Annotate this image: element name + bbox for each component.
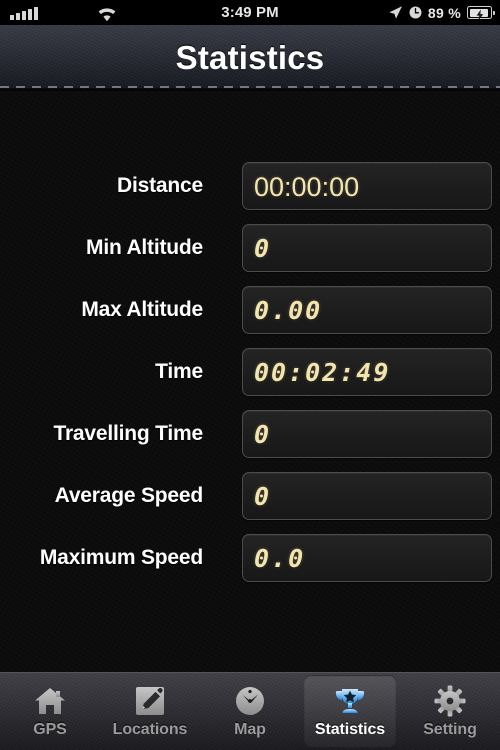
stat-value: 0.00 [254,296,323,325]
home-icon [33,684,67,718]
stat-label: Min Altitude [86,236,203,259]
compass-clock-icon [233,684,267,718]
battery-percentage: 89 % [427,4,461,21]
stat-row: Distance 00:00:00 [0,162,500,210]
stat-row: Average Speed 0 [0,472,500,520]
pencil-edit-icon [133,684,167,718]
stat-row: Max Altitude 0.00 [0,286,500,334]
stat-value-field[interactable]: 0 [242,224,492,272]
stat-value-field[interactable]: 0 [242,410,492,458]
alarm-clock-icon [409,6,422,19]
gear-icon [433,684,467,718]
stat-value-field[interactable]: 0.0 [242,534,492,582]
status-bar-right: 89 % [388,0,495,25]
stat-row: Time 00:02:49 [0,348,500,396]
stat-label: Average Speed [54,484,204,507]
stat-value: 0 [254,482,272,511]
stat-value: 00:02:49 [254,358,391,387]
stat-label: Distance [117,174,203,197]
stat-row: Maximum Speed 0.0 [0,534,500,582]
app-screen: 3:49 PM 89 % Statistics Distance 00:00:0… [0,0,500,750]
stat-label: Maximum Speed [39,546,203,569]
tab-label: Statistics [314,720,386,738]
tab-label: Setting [423,720,477,738]
navigation-bar: Statistics [0,25,500,91]
stat-value: 0.0 [254,544,306,573]
tab-locations[interactable]: Locations [100,672,200,750]
location-arrow-icon [388,5,403,20]
tab-label: Map [234,720,266,738]
battery-charging-icon [467,6,495,20]
stat-value: 00:00:00 [254,172,360,202]
tab-map[interactable]: Map [200,672,300,750]
stat-value-field[interactable]: 0.00 [242,286,492,334]
tab-label: GPS [33,720,67,738]
stat-value-field[interactable]: 00:00:00 [242,162,492,210]
stat-value: 0 [254,234,272,263]
tab-statistics[interactable]: Statistics [300,672,400,750]
stat-value-field[interactable]: 00:02:49 [242,348,492,396]
stat-label: Travelling Time [53,422,203,445]
stat-value-field[interactable]: 0 [242,472,492,520]
tab-label: Locations [112,720,188,738]
navbar-bottom-shadow [0,88,500,91]
trophy-icon [333,684,367,718]
stat-label: Time [155,360,203,383]
page-title: Statistics [175,39,325,76]
stat-value: 0 [254,420,272,449]
tab-setting[interactable]: Setting [400,672,500,750]
stat-label: Max Altitude [81,298,203,321]
tab-gps[interactable]: GPS [0,672,100,750]
stat-row: Min Altitude 0 [0,224,500,272]
statistics-list: Distance 00:00:00 Min Altitude 0 Max Altitud… [0,91,500,672]
tab-bar: GPS Locations Map Statistics Setting [0,672,500,750]
stat-row: Travelling Time 0 [0,410,500,458]
status-bar: 3:49 PM 89 % [0,0,500,25]
